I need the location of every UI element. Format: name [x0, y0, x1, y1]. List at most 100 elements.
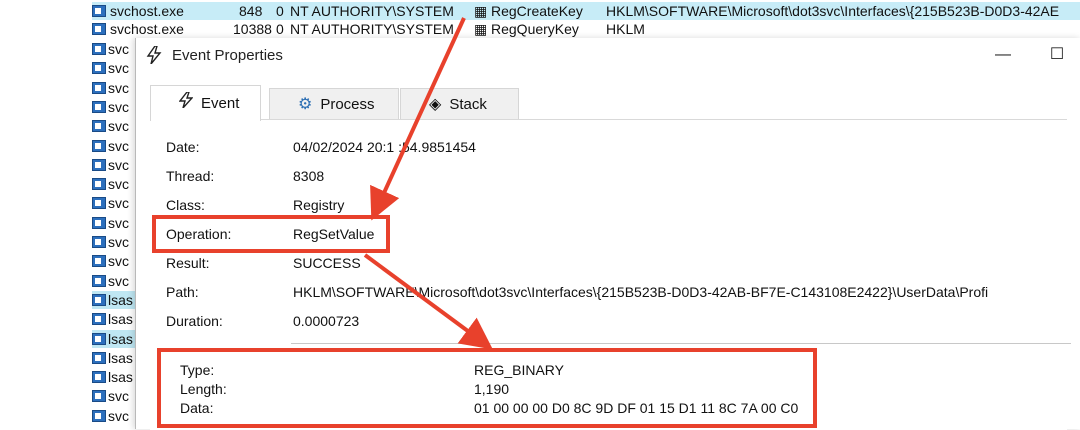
event-field: Path: HKLM\SOFTWARE\Microsoft\dot3svc\Int…: [136, 284, 1076, 304]
field-label: Thread:: [166, 168, 215, 184]
process-icon: [92, 390, 106, 403]
field-value: SUCCESS: [293, 255, 361, 271]
process-name: lsas: [108, 369, 133, 386]
tab-event[interactable]: Event: [150, 85, 261, 121]
process-icon: [92, 100, 106, 113]
process-icon: [92, 332, 106, 345]
operation-highlight-box: [152, 215, 390, 253]
process-name: svc: [108, 98, 129, 115]
process-icon: [92, 293, 106, 306]
process-icon: [92, 197, 106, 210]
table-row[interactable]: svc: [92, 59, 135, 77]
table-row[interactable]: svc: [92, 272, 135, 290]
table-row[interactable]: lsas: [92, 290, 135, 309]
process-icon: [92, 178, 106, 191]
process-name: svchost.exe: [110, 3, 184, 19]
process-icon: [92, 62, 106, 75]
table-row[interactable]: lsas: [92, 329, 135, 348]
table-row[interactable]: svc: [92, 98, 135, 116]
tab-stack[interactable]: ◈ Stack: [400, 88, 519, 120]
field-label: Path:: [166, 284, 199, 300]
event-field: Class: Registry: [136, 197, 1076, 217]
details-highlight-box: [157, 348, 817, 428]
process-icon: [92, 274, 106, 287]
process-name: svc: [108, 195, 129, 212]
process-icon: [92, 81, 106, 94]
field-value: Registry: [293, 197, 345, 213]
field-label: Class:: [166, 197, 205, 213]
process-value: 0: [276, 3, 284, 19]
table-row[interactable]: lsas: [92, 368, 135, 386]
process-icon: [92, 5, 106, 17]
tab-label: Event: [201, 95, 240, 112]
layers-icon: ◈: [429, 96, 442, 113]
process-name: svc: [108, 118, 129, 135]
event-field: Date: 04/02/2024 20:1 :54.9851454: [136, 139, 1076, 159]
dialog-titlebar[interactable]: Event Properties — ☐: [136, 38, 1080, 74]
registry-icon: ▦: [474, 21, 488, 37]
table-row[interactable]: svc: [92, 387, 135, 405]
process-name: svc: [108, 253, 129, 270]
process-icon: [92, 313, 106, 326]
gear-icon: ⚙: [298, 96, 313, 113]
process-name: svc: [108, 272, 129, 289]
process-icon: [92, 371, 106, 384]
process-icon: [92, 43, 106, 55]
process-pid: 848: [239, 3, 263, 19]
table-row[interactable]: svc: [92, 175, 135, 193]
field-value: 0.0000723: [293, 313, 360, 329]
maximize-button[interactable]: ☐: [1046, 44, 1068, 66]
registry-icon: ▦: [474, 3, 488, 19]
process-name: lsas: [108, 330, 133, 347]
process-user: NT AUTHORITY\SYSTEM: [290, 21, 454, 37]
event-field: Result: SUCCESS: [136, 255, 1076, 275]
field-value: HKLM\SOFTWARE\Microsoft\dot3svc\Interfac…: [293, 284, 989, 300]
process-icon: [92, 216, 106, 229]
minimize-button[interactable]: —: [992, 44, 1014, 66]
tab-label: Stack: [449, 96, 487, 113]
process-name: svc: [108, 234, 129, 250]
process-name: svc: [108, 60, 129, 77]
process-path: HKLM\SOFTWARE\Microsoft\dot3svc\Interfac…: [606, 3, 1060, 19]
table-row[interactable]: svchost.exe 848 0 NT AUTHORITY\SYSTEM ▦ …: [92, 2, 1080, 20]
lightning-icon: [146, 45, 162, 69]
process-name: svc: [108, 407, 129, 424]
process-path: HKLM: [606, 21, 645, 37]
process-icon: [92, 409, 106, 422]
table-row[interactable]: svchost.exe 10388 0 NT AUTHORITY\SYSTEM …: [92, 20, 1080, 38]
process-name: svc: [108, 388, 129, 405]
process-name: svc: [108, 176, 129, 193]
table-row[interactable]: svc: [92, 156, 135, 174]
table-row[interactable]: svc: [92, 214, 135, 232]
table-row[interactable]: svc: [92, 407, 135, 425]
dialog-title: Event Properties: [172, 47, 283, 64]
process-name: svc: [108, 156, 129, 173]
table-row[interactable]: svc: [92, 194, 135, 212]
table-row[interactable]: lsas: [92, 310, 135, 328]
process-pid: 10388: [233, 21, 272, 37]
process-operation: RegCreateKey: [491, 3, 583, 19]
table-row[interactable]: svc: [92, 137, 135, 155]
table-row[interactable]: svc: [92, 40, 135, 58]
process-name: svc: [108, 41, 129, 57]
process-name: lsas: [108, 349, 133, 366]
process-user: NT AUTHORITY\SYSTEM: [290, 3, 454, 19]
process-name: svc: [108, 79, 129, 96]
table-row[interactable]: svc: [92, 233, 135, 251]
process-icon: [92, 255, 106, 268]
field-label: Result:: [166, 255, 210, 271]
process-name: lsas: [108, 291, 133, 308]
process-icon: [92, 158, 106, 171]
table-row[interactable]: svc: [92, 79, 135, 97]
process-operation: RegQueryKey: [491, 21, 579, 37]
process-icon: [92, 236, 106, 248]
lightning-icon: [178, 86, 194, 122]
table-row[interactable]: lsas: [92, 349, 135, 367]
field-label: Date:: [166, 139, 200, 155]
table-row[interactable]: svc: [92, 252, 135, 270]
table-row[interactable]: svc: [92, 117, 135, 135]
process-name: lsas: [108, 311, 133, 328]
process-value: 0: [276, 21, 284, 37]
process-icon: [92, 351, 106, 364]
tab-process[interactable]: ⚙ Process: [269, 88, 399, 120]
